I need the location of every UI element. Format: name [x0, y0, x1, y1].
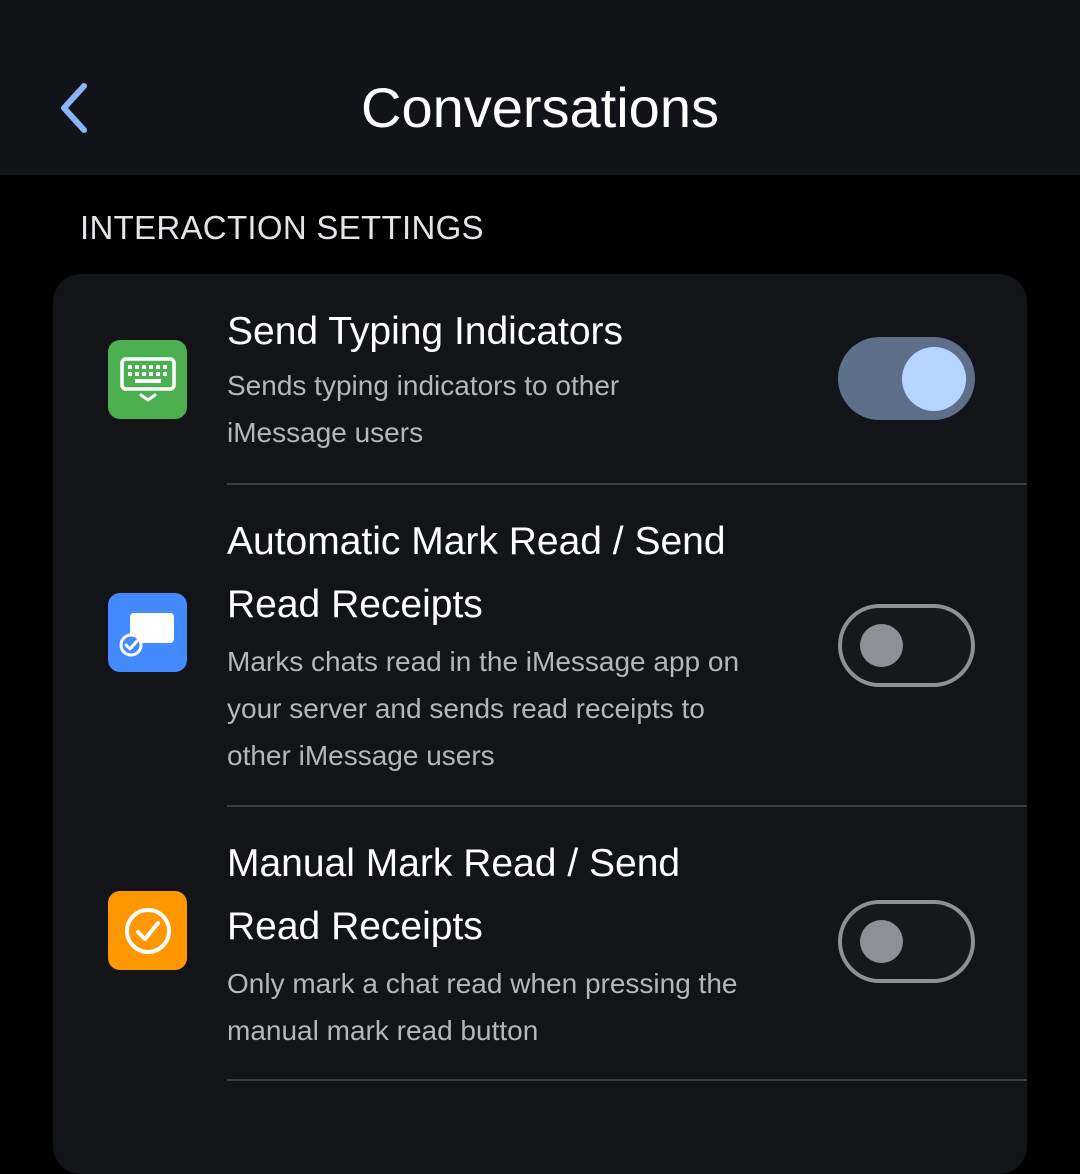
setting-description-line: Only mark a chat read when pressing the [227, 968, 738, 999]
check-circle-icon [124, 907, 171, 954]
divider [227, 1079, 1027, 1081]
setting-row-auto-mark-read[interactable]: Automatic Mark Read / Send Read Receipts… [53, 485, 1027, 805]
setting-title-line: Automatic Mark Read / Send [227, 520, 726, 563]
setting-description: Only mark a chat read when pressing the … [227, 960, 827, 1054]
setting-row-manual-mark-read[interactable]: Manual Mark Read / Send Read Receipts On… [53, 807, 1027, 1079]
setting-title: Send Typing Indicators [227, 300, 827, 363]
setting-description-line: other iMessage users [227, 740, 495, 771]
setting-title-line: Read Receipts [227, 905, 483, 948]
keyboard-icon [119, 356, 176, 401]
setting-title-line: Send Typing Indicators [227, 310, 624, 353]
toggle-knob [860, 920, 903, 963]
setting-description: Marks chats read in the iMessage app on … [227, 638, 827, 779]
setting-title: Manual Mark Read / Send Read Receipts [227, 832, 827, 958]
typing-indicators-toggle[interactable] [838, 337, 975, 420]
mark-read-icon [119, 612, 174, 656]
app-bar: Conversations [0, 0, 1080, 175]
setting-description-line: Sends typing indicators to other [227, 370, 620, 401]
check-circle-icon-tile [108, 891, 187, 970]
settings-card: Send Typing Indicators Sends typing indi… [53, 274, 1027, 1174]
setting-title-line: Manual Mark Read / Send [227, 842, 681, 885]
keyboard-icon-tile [108, 340, 187, 419]
mark-read-icon-tile [108, 593, 187, 672]
setting-description-line: your server and sends read receipts to [227, 693, 705, 724]
page-title: Conversations [361, 76, 719, 139]
setting-title: Automatic Mark Read / Send Read Receipts [227, 510, 827, 636]
auto-mark-read-toggle[interactable] [838, 604, 975, 687]
toggle-knob [902, 346, 966, 411]
setting-description: Sends typing indicators to other iMessag… [227, 362, 827, 456]
section-header: INTERACTION SETTINGS [80, 209, 484, 246]
setting-description-line: Marks chats read in the iMessage app on [227, 646, 740, 677]
setting-description-line: manual mark read button [227, 1015, 539, 1046]
setting-title-line: Read Receipts [227, 583, 483, 626]
setting-row-typing-indicators[interactable]: Send Typing Indicators Sends typing indi… [53, 274, 1027, 484]
setting-description-line: iMessage users [227, 417, 424, 448]
manual-mark-read-toggle[interactable] [838, 900, 975, 983]
toggle-knob [860, 624, 903, 667]
